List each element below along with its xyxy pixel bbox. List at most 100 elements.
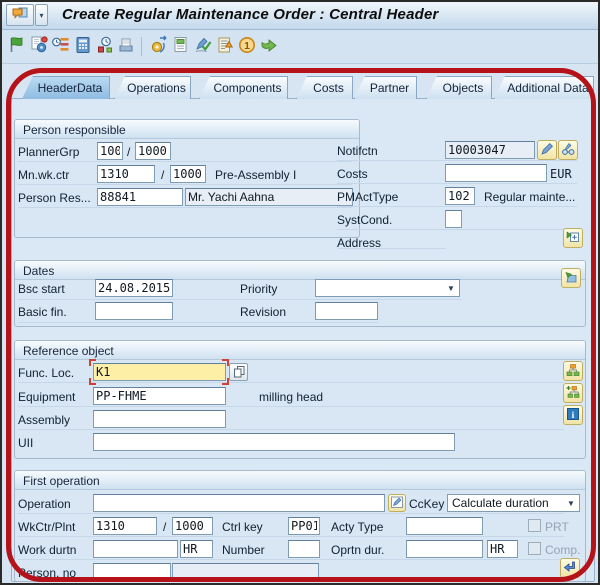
print-icon bbox=[116, 35, 136, 58]
operation-plant-field[interactable] bbox=[172, 517, 213, 535]
structure-list-button[interactable] bbox=[563, 361, 583, 381]
planner-group-field[interactable] bbox=[97, 142, 123, 160]
divider bbox=[337, 229, 577, 230]
person-number-field[interactable] bbox=[93, 563, 171, 581]
display-change-button[interactable] bbox=[558, 140, 578, 160]
structure-list-icon bbox=[566, 363, 580, 380]
availability-button[interactable] bbox=[94, 35, 116, 57]
person-name-display bbox=[185, 188, 353, 206]
release-button[interactable] bbox=[6, 35, 28, 57]
pm-activity-type-description: Regular mainte... bbox=[484, 190, 575, 204]
basic-finish-field[interactable] bbox=[95, 302, 173, 320]
separator-slash: / bbox=[163, 520, 166, 534]
person-number-label: Person. no bbox=[18, 566, 76, 580]
control-key-field[interactable] bbox=[288, 517, 320, 535]
create-address-icon bbox=[566, 230, 580, 247]
tab-costs[interactable]: Costs bbox=[296, 76, 353, 99]
release-flag-icon bbox=[7, 35, 27, 58]
tab-partner[interactable]: Partner bbox=[354, 76, 417, 99]
main-work-center-field[interactable] bbox=[97, 165, 155, 183]
jump-arrow-icon bbox=[563, 560, 577, 577]
tab-components[interactable]: Components bbox=[199, 76, 288, 99]
revision-field[interactable] bbox=[315, 302, 378, 320]
dropdown-arrow-icon: ▾ bbox=[39, 11, 43, 20]
operation-duration-label: Oprtn dur. bbox=[331, 543, 384, 557]
possible-entries-button[interactable] bbox=[229, 363, 248, 381]
system-condition-field[interactable] bbox=[445, 210, 462, 228]
uii-field[interactable] bbox=[93, 433, 455, 451]
divider bbox=[18, 429, 564, 430]
sap-window: ▾ Create Regular Maintenance Order : Cen… bbox=[0, 0, 600, 585]
tab-operations[interactable]: Operations bbox=[114, 76, 191, 99]
costs-field[interactable] bbox=[445, 164, 547, 182]
operation-field[interactable] bbox=[93, 494, 385, 512]
comp-label: Comp. bbox=[545, 543, 580, 557]
calculate-button[interactable] bbox=[72, 35, 94, 57]
divider bbox=[18, 536, 564, 537]
object-network-button[interactable] bbox=[563, 383, 583, 403]
next-screen-button[interactable] bbox=[258, 35, 280, 57]
comp-checkbox[interactable] bbox=[528, 542, 541, 555]
activity-type-field[interactable] bbox=[406, 517, 483, 535]
prt-checkbox[interactable] bbox=[528, 519, 541, 532]
documents-button[interactable] bbox=[170, 35, 192, 57]
groupbox-title: Dates bbox=[15, 261, 585, 280]
work-center-description: Pre-Assembly I bbox=[215, 168, 296, 182]
gos-menu-arrow-button[interactable]: ▾ bbox=[35, 4, 48, 26]
jump-back-button[interactable] bbox=[560, 558, 580, 578]
separator-slash: / bbox=[127, 145, 130, 159]
equipment-field[interactable] bbox=[93, 387, 226, 405]
costs-label: Costs bbox=[337, 167, 368, 181]
create-address-button[interactable] bbox=[563, 228, 583, 248]
number-field[interactable] bbox=[288, 540, 320, 558]
toolbar-separator bbox=[141, 37, 142, 56]
control-key-label: Ctrl key bbox=[222, 520, 263, 534]
divider bbox=[18, 184, 352, 185]
assembly-field[interactable] bbox=[93, 410, 226, 428]
basic-finish-label: Basic fin. bbox=[18, 305, 67, 319]
clock-list-icon bbox=[51, 35, 71, 58]
settings-button[interactable] bbox=[28, 35, 50, 57]
basic-start-label: Bsc start bbox=[18, 282, 65, 296]
notification-button[interactable] bbox=[214, 35, 236, 57]
tab-additional-data[interactable]: Additional Data bbox=[494, 76, 594, 99]
scheduling-button[interactable] bbox=[50, 35, 72, 57]
title-bar: ▾ Create Regular Maintenance Order : Cen… bbox=[2, 2, 598, 30]
date-check-button[interactable] bbox=[561, 268, 581, 288]
services-for-object-button[interactable] bbox=[6, 4, 34, 26]
planner-plant-field[interactable] bbox=[135, 142, 171, 160]
divider bbox=[18, 207, 352, 208]
functional-location-field[interactable] bbox=[93, 363, 226, 381]
notification-field[interactable] bbox=[445, 141, 535, 159]
tab-objects[interactable]: Objects bbox=[426, 76, 492, 99]
work-center-plant-field[interactable] bbox=[170, 165, 206, 183]
operation-long-text-button[interactable] bbox=[388, 494, 406, 512]
person-responsible-label: Person Res... bbox=[18, 191, 91, 205]
main-work-center-label: Mn.wk.ctr bbox=[18, 168, 69, 182]
groupbox-title: First operation bbox=[15, 471, 585, 490]
operation-duration-field[interactable] bbox=[406, 540, 483, 558]
pm-activity-type-field[interactable] bbox=[445, 187, 475, 205]
pen-check-icon bbox=[193, 35, 213, 58]
print-button[interactable] bbox=[115, 35, 137, 57]
operation-unit-field[interactable] bbox=[487, 540, 518, 558]
refresh-button[interactable] bbox=[148, 35, 170, 57]
priority-dropdown[interactable]: ▼ bbox=[315, 279, 460, 297]
pencil-icon bbox=[540, 142, 554, 159]
uii-label: UII bbox=[18, 436, 33, 450]
cckey-dropdown[interactable]: Calculate duration ▼ bbox=[447, 494, 580, 512]
basic-start-field[interactable] bbox=[95, 279, 173, 297]
possible-entries-icon bbox=[232, 364, 246, 381]
person-responsible-field[interactable] bbox=[97, 188, 183, 206]
work-unit-field[interactable] bbox=[180, 540, 213, 558]
operation-work-center-field[interactable] bbox=[93, 517, 157, 535]
complete-button[interactable] bbox=[192, 35, 214, 57]
info-button[interactable]: i bbox=[563, 405, 583, 425]
edit-notification-button[interactable] bbox=[537, 140, 557, 160]
first-page-button[interactable]: 1 bbox=[236, 35, 258, 57]
tab-headerdata[interactable]: HeaderData bbox=[22, 76, 110, 99]
activity-type-label: Acty Type bbox=[331, 520, 383, 534]
work-duration-field[interactable] bbox=[93, 540, 178, 558]
work-center-plant-label: WkCtr/Plnt bbox=[18, 520, 75, 534]
system-condition-label: SystCond. bbox=[337, 213, 392, 227]
